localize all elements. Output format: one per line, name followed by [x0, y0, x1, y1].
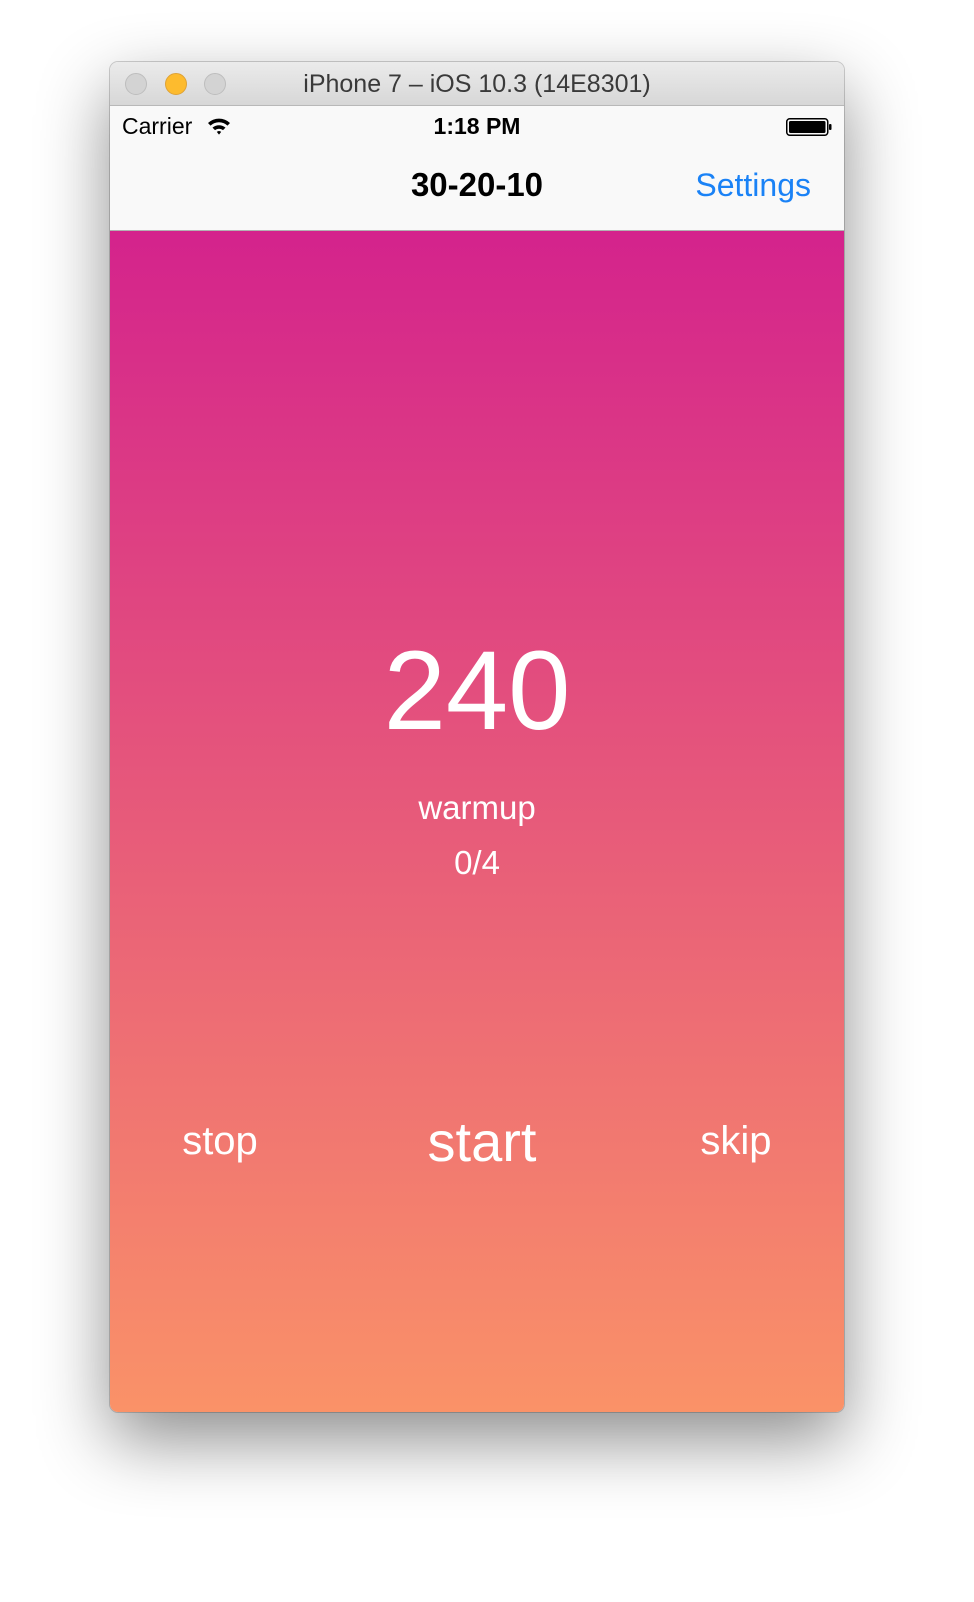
settings-button[interactable]: Settings: [695, 167, 811, 204]
phase-label: warmup: [418, 789, 536, 826]
battery-icon: [786, 118, 832, 136]
navigation-bar: 30-20-10 Settings: [110, 146, 844, 231]
status-time: 1:18 PM: [433, 113, 521, 139]
window-title: iPhone 7 – iOS 10.3 (14E8301): [303, 70, 651, 98]
simulator-window: iPhone 7 – iOS 10.3 (14E8301) Carrier 1:…: [110, 62, 844, 1412]
stop-button[interactable]: stop: [150, 1119, 290, 1164]
start-button[interactable]: start: [402, 1109, 562, 1174]
timer-screen: 240 warmup 0/4 stop start skip: [110, 231, 844, 1412]
status-bar: Carrier 1:18 PM: [110, 106, 844, 146]
window-titlebar: iPhone 7 – iOS 10.3 (14E8301): [110, 62, 844, 106]
round-progress: 0/4: [454, 844, 500, 881]
countdown-value: 240: [383, 628, 571, 753]
skip-button[interactable]: skip: [666, 1119, 806, 1164]
